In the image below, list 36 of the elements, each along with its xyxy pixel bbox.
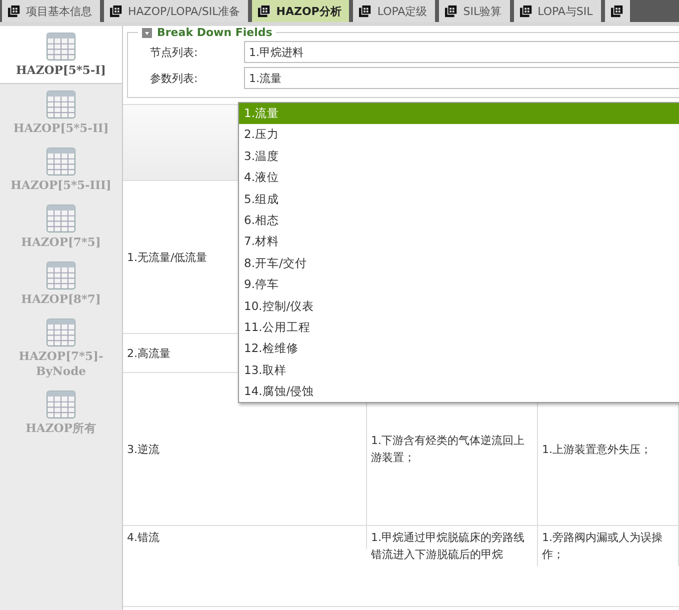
table-icon bbox=[46, 31, 76, 61]
table-icon bbox=[46, 89, 76, 119]
sidebar-item[interactable]: HAZOP[5*5-I] bbox=[0, 26, 122, 84]
select-field[interactable]: 1.流量 bbox=[244, 67, 679, 89]
dropdown-option[interactable]: 3.温度 bbox=[239, 146, 679, 168]
tab[interactable]: 项目基本信息 bbox=[2, 0, 100, 22]
collapse-icon bbox=[142, 28, 152, 38]
dropdown-option[interactable]: 14.腐蚀/侵蚀 bbox=[239, 381, 679, 402]
tab[interactable]: HAZOP分析 bbox=[252, 0, 350, 22]
window-icon bbox=[445, 4, 458, 18]
field-label: 参数列表: bbox=[150, 70, 199, 86]
table-icon bbox=[46, 203, 76, 233]
fieldset-legend: Break Down Fields bbox=[157, 26, 272, 39]
table-cell: 4.错流 bbox=[123, 526, 367, 549]
tab[interactable]: LOPA与SIL bbox=[514, 0, 601, 22]
tab[interactable]: LOPA定级 bbox=[353, 0, 436, 22]
window-icon bbox=[359, 4, 372, 18]
window-icon bbox=[520, 4, 533, 18]
tab[interactable]: SIL验算 bbox=[439, 0, 510, 22]
table-cell-text: 1.下游含有烃类的气体逆流回上游装置； bbox=[371, 433, 526, 466]
window-icon bbox=[8, 4, 21, 18]
tab[interactable] bbox=[604, 0, 630, 22]
window-icon bbox=[110, 4, 123, 18]
table-icon bbox=[46, 389, 76, 419]
table-cell-text: 1.旁路阀内漏或人为误操作； bbox=[542, 530, 664, 563]
select-field[interactable]: 1.甲烷进料 bbox=[244, 41, 679, 63]
table-icon bbox=[46, 146, 76, 176]
field-label: 节点列表: bbox=[150, 44, 199, 60]
table-icon bbox=[46, 317, 76, 347]
table-cell-text: 1.甲烷通过甲烷脱硫床的旁路线错流进入下游脱硫后的甲烷 bbox=[371, 530, 526, 563]
window-icon bbox=[258, 4, 272, 18]
window-icon bbox=[610, 4, 624, 18]
table-icon bbox=[46, 260, 76, 290]
tab[interactable]: HAZOP/LOPA/SIL准备 bbox=[104, 0, 248, 22]
dropdown-option[interactable]: 2.压力 bbox=[239, 124, 679, 146]
table-cell-text: 1.上游装置意外失压； bbox=[542, 442, 652, 458]
